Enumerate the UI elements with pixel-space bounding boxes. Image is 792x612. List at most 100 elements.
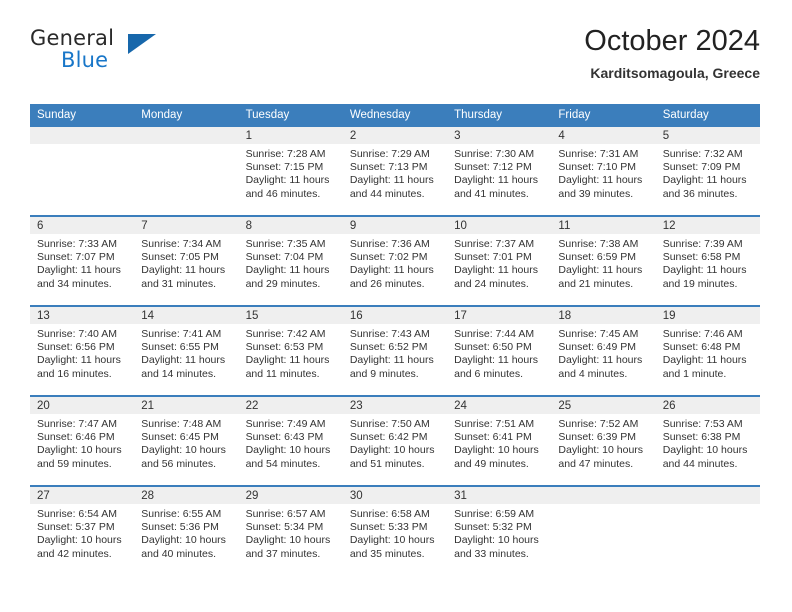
day-number: 10 [447, 217, 552, 234]
daylight-duration-line1: Daylight: 10 hours [349, 444, 435, 457]
calendar-week-row: 20 Sunrise: 7:47 AM Sunset: 6:46 PM Dayligh… [30, 395, 760, 485]
calendar-day-cell[interactable]: 18 Sunrise: 7:45 AM Sunset: 6:49 PM Dayligh… [551, 307, 656, 395]
day-number: 30 [342, 487, 448, 504]
calendar-week-row: 13 Sunrise: 7:40 AM Sunset: 6:56 PM Dayligh… [30, 305, 760, 395]
calendar-day-cell[interactable]: 28 Sunrise: 6:55 AM Sunset: 5:36 PM Dayligh… [134, 487, 239, 575]
calendar-day-cell[interactable]: 2 Sunrise: 7:29 AM Sunset: 7:13 PM Daylight… [342, 127, 448, 215]
calendar-day-cell[interactable]: 4 Sunrise: 7:31 AM Sunset: 7:10 PM Daylight… [551, 127, 656, 215]
daylight-duration-line1: Daylight: 10 hours [37, 534, 122, 547]
daylight-duration-line1: Daylight: 10 hours [141, 534, 226, 547]
daylight-duration-line1: Daylight: 11 hours [245, 264, 330, 277]
sunrise-time: Sunrise: 7:51 AM [454, 418, 535, 430]
daylight-duration-line1: Daylight: 11 hours [454, 354, 538, 367]
calendar-day-cell[interactable]: 24 Sunrise: 7:51 AM Sunset: 6:41 PM Dayligh… [447, 397, 552, 485]
calendar-day-cell[interactable]: 6 Sunrise: 7:33 AM Sunset: 7:07 PM Daylight… [30, 217, 135, 305]
calendar-day-cell[interactable]: 7 Sunrise: 7:34 AM Sunset: 7:05 PM Daylight… [134, 217, 239, 305]
sunset-time: Sunset: 7:02 PM [349, 251, 428, 264]
day-number: 13 [30, 307, 135, 324]
day-number: 11 [551, 217, 656, 234]
day-number: 19 [655, 307, 760, 324]
sunset-time: Sunset: 6:48 PM [662, 341, 741, 354]
daylight-duration-line2: and 1 minute. [662, 367, 727, 380]
sunrise-time: Sunrise: 7:41 AM [141, 328, 222, 340]
calendar-day-cell[interactable]: 1 Sunrise: 7:28 AM Sunset: 7:15 PM Daylight… [238, 127, 343, 215]
calendar-day-cell[interactable]: 3 Sunrise: 7:30 AM Sunset: 7:12 PM Daylight… [447, 127, 552, 215]
general-blue-logo: General Blue [30, 26, 190, 82]
calendar-day-cell[interactable]: 31 Sunrise: 6:59 AM Sunset: 5:32 PM Dayligh… [447, 487, 552, 575]
daylight-duration-line2: and 46 minutes. [245, 187, 321, 200]
day-details: Sunrise: 7:31 AM Sunset: 7:10 PM Daylight:… [551, 144, 655, 201]
day-number: 3 [447, 127, 552, 144]
calendar-day-cell[interactable]: 23 Sunrise: 7:50 AM Sunset: 6:42 PM Dayligh… [342, 397, 448, 485]
daylight-duration-line1: Daylight: 11 hours [558, 354, 643, 367]
calendar-day-cell[interactable]: 5 Sunrise: 7:32 AM Sunset: 7:09 PM Daylight… [655, 127, 760, 215]
sunrise-time: Sunrise: 7:50 AM [349, 418, 430, 430]
sunrise-time: Sunrise: 6:55 AM [141, 508, 222, 520]
calendar-day-cell[interactable]: 30 Sunrise: 6:58 AM Sunset: 5:33 PM Dayligh… [342, 487, 448, 575]
calendar-day-cell[interactable]: 15 Sunrise: 7:42 AM Sunset: 6:53 PM Dayligh… [238, 307, 343, 395]
daylight-duration-line2: and 34 minutes. [37, 277, 112, 290]
calendar-day-cell[interactable]: 9 Sunrise: 7:36 AM Sunset: 7:02 PM Daylight… [342, 217, 448, 305]
calendar-day-cell[interactable]: 16 Sunrise: 7:43 AM Sunset: 6:52 PM Dayligh… [342, 307, 448, 395]
calendar-empty-cell [655, 487, 760, 575]
daylight-duration-line2: and 47 minutes. [558, 457, 634, 470]
calendar-day-cell[interactable]: 19 Sunrise: 7:46 AM Sunset: 6:48 PM Dayligh… [655, 307, 760, 395]
day-number: 14 [134, 307, 239, 324]
calendar-day-cell[interactable]: 22 Sunrise: 7:49 AM Sunset: 6:43 PM Dayligh… [238, 397, 343, 485]
day-number: 29 [238, 487, 343, 504]
page-header: General Blue October 2024 Karditsomagoul… [30, 26, 760, 98]
daylight-duration-line2: and 41 minutes. [454, 187, 529, 200]
day-details: Sunrise: 7:51 AM Sunset: 6:41 PM Daylight:… [447, 414, 551, 471]
day-number: 8 [238, 217, 343, 234]
calendar-empty-cell [134, 127, 239, 215]
daylight-duration-line2: and 59 minutes. [37, 457, 112, 470]
calendar-day-cell[interactable]: 27 Sunrise: 6:54 AM Sunset: 5:37 PM Dayligh… [30, 487, 135, 575]
daylight-duration-line2: and 39 minutes. [558, 187, 634, 200]
day-details: Sunrise: 6:59 AM Sunset: 5:32 PM Daylight:… [447, 504, 551, 561]
calendar-day-cell[interactable]: 13 Sunrise: 7:40 AM Sunset: 6:56 PM Dayligh… [30, 307, 135, 395]
daylight-duration-line2: and 14 minutes. [141, 367, 216, 380]
daylight-duration-line1: Daylight: 11 hours [558, 174, 643, 187]
day-details: Sunrise: 7:53 AM Sunset: 6:38 PM Daylight:… [656, 414, 760, 471]
day-number: 17 [447, 307, 552, 324]
day-details: Sunrise: 7:49 AM Sunset: 6:43 PM Daylight:… [239, 414, 343, 471]
calendar-day-cell[interactable]: 25 Sunrise: 7:52 AM Sunset: 6:39 PM Dayligh… [551, 397, 656, 485]
day-number: 15 [238, 307, 343, 324]
day-details: Sunrise: 6:58 AM Sunset: 5:33 PM Daylight:… [343, 504, 447, 561]
day-details: Sunrise: 6:55 AM Sunset: 5:36 PM Daylight:… [134, 504, 238, 561]
daylight-duration-line2: and 56 minutes. [141, 457, 216, 470]
calendar-day-cell[interactable]: 29 Sunrise: 6:57 AM Sunset: 5:34 PM Dayligh… [238, 487, 343, 575]
calendar-day-cell[interactable]: 20 Sunrise: 7:47 AM Sunset: 6:46 PM Dayligh… [30, 397, 135, 485]
daylight-duration-line1: Daylight: 11 hours [141, 264, 226, 277]
day-details: Sunrise: 7:32 AM Sunset: 7:09 PM Daylight:… [656, 144, 760, 201]
day-number: 27 [30, 487, 135, 504]
calendar-day-cell[interactable]: 8 Sunrise: 7:35 AM Sunset: 7:04 PM Daylight… [238, 217, 343, 305]
daylight-duration-line2: and 54 minutes. [245, 457, 321, 470]
day-details: Sunrise: 7:41 AM Sunset: 6:55 PM Daylight:… [134, 324, 238, 381]
logo-triangle-icon [128, 34, 156, 54]
daylight-duration-line1: Daylight: 11 hours [141, 354, 226, 367]
day-number: 25 [551, 397, 656, 414]
day-number: 24 [447, 397, 552, 414]
day-number: 1 [238, 127, 343, 144]
weekday-header-monday: Monday [141, 109, 183, 121]
calendar-day-cell[interactable]: 17 Sunrise: 7:44 AM Sunset: 6:50 PM Dayligh… [447, 307, 552, 395]
day-details: Sunrise: 7:29 AM Sunset: 7:13 PM Daylight:… [343, 144, 447, 201]
sunrise-time: Sunrise: 7:40 AM [37, 328, 117, 340]
calendar-day-cell[interactable]: 10 Sunrise: 7:37 AM Sunset: 7:01 PM Dayligh… [447, 217, 552, 305]
calendar-day-cell[interactable]: 11 Sunrise: 7:38 AM Sunset: 6:59 PM Dayligh… [551, 217, 656, 305]
calendar-day-cell[interactable]: 14 Sunrise: 7:41 AM Sunset: 6:55 PM Dayligh… [134, 307, 239, 395]
page-title: October 2024 [584, 25, 760, 57]
sunrise-time: Sunrise: 6:59 AM [454, 508, 535, 520]
calendar-day-cell[interactable]: 21 Sunrise: 7:48 AM Sunset: 6:45 PM Dayligh… [134, 397, 239, 485]
day-details: Sunrise: 7:28 AM Sunset: 7:15 PM Daylight:… [239, 144, 343, 201]
day-details: Sunrise: 7:38 AM Sunset: 6:59 PM Daylight:… [551, 234, 655, 291]
calendar-day-cell[interactable]: 12 Sunrise: 7:39 AM Sunset: 6:58 PM Dayligh… [655, 217, 760, 305]
day-number: 12 [655, 217, 760, 234]
calendar-day-cell[interactable]: 26 Sunrise: 7:53 AM Sunset: 6:38 PM Dayligh… [655, 397, 760, 485]
day-details: Sunrise: 7:46 AM Sunset: 6:48 PM Daylight:… [656, 324, 760, 381]
sunrise-time: Sunrise: 7:42 AM [245, 328, 326, 340]
sunrise-time: Sunrise: 6:57 AM [245, 508, 326, 520]
day-details: Sunrise: 7:33 AM Sunset: 7:07 PM Daylight:… [30, 234, 134, 291]
daylight-duration-line2: and 33 minutes. [454, 547, 529, 560]
